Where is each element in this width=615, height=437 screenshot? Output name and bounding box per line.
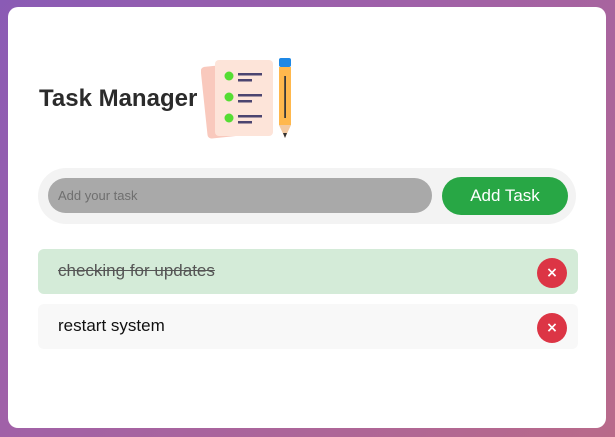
task-text: restart system (58, 316, 165, 335)
task-manager-card: Task Manager Add Task (8, 7, 606, 428)
page-title: Task Manager (39, 85, 198, 112)
task-item[interactable]: restart system × (38, 304, 578, 349)
task-list: checking for updates × restart system × (38, 249, 578, 359)
add-task-button[interactable]: Add Task (442, 177, 568, 215)
header: Task Manager (39, 54, 296, 144)
checklist-with-pencil-icon (201, 58, 292, 139)
delete-task-button[interactable]: × (537, 258, 567, 288)
add-task-form: Add Task (38, 168, 576, 224)
delete-task-button[interactable]: × (537, 313, 567, 343)
task-item-completed[interactable]: checking for updates × (38, 249, 578, 294)
task-text: checking for updates (58, 261, 215, 280)
task-input[interactable] (48, 178, 432, 213)
